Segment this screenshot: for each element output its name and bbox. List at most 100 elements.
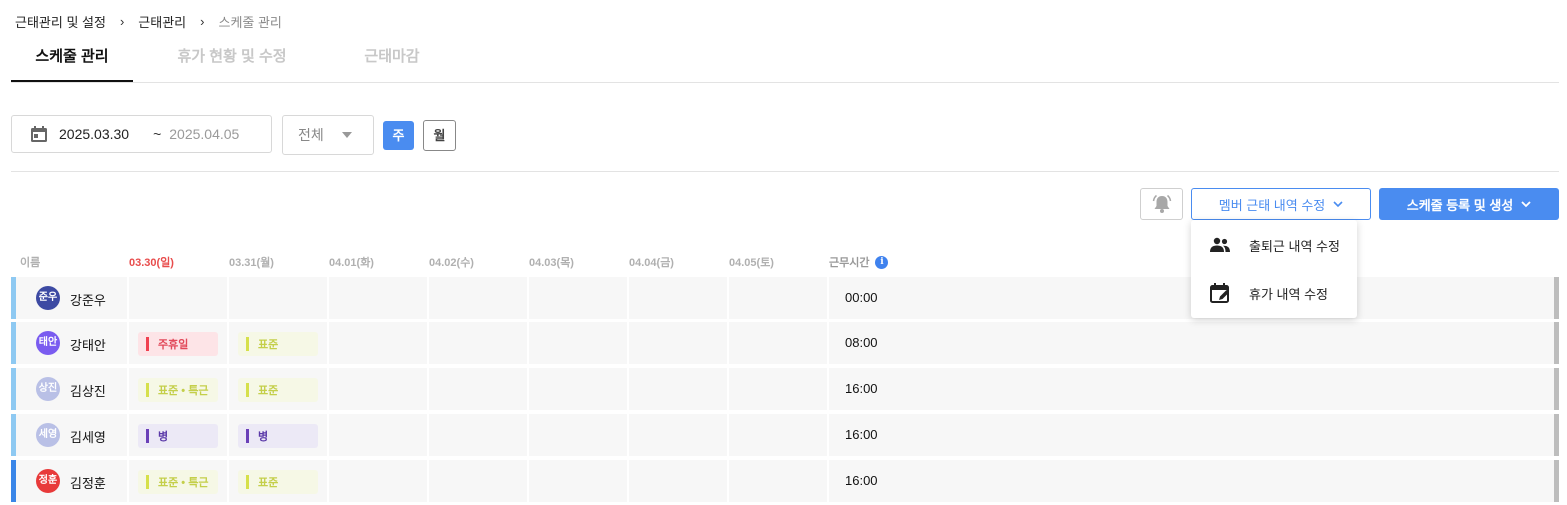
menu-item-clock-inout-edit[interactable]: 출퇴근 내역 수정 bbox=[1191, 222, 1357, 268]
chip-label: 병 bbox=[158, 431, 169, 443]
schedule-register-label: 스케줄 등록 및 생성 bbox=[1406, 197, 1514, 213]
date-from[interactable]: 2025.03.30 bbox=[59, 126, 129, 142]
breadcrumb-item[interactable]: 근태관리 및 설정 bbox=[15, 12, 106, 31]
member-name[interactable]: 김정훈 bbox=[70, 473, 106, 492]
table-row[interactable]: 세영 김세영 병 병 16:00 bbox=[11, 414, 1559, 456]
table-row[interactable]: 상진 김상진 표준 • 특근 표준 16:00 bbox=[11, 368, 1559, 410]
tab-bar: 스케줄 관리 휴가 현황 및 수정 근태마감 bbox=[11, 40, 491, 82]
header-day: 04.02(수) bbox=[429, 257, 474, 269]
scrollbar[interactable] bbox=[1554, 368, 1559, 410]
row-indicator bbox=[11, 414, 16, 456]
header-day: 04.05(토) bbox=[729, 257, 774, 269]
schedule-chip-standard-overtime[interactable]: 표준 • 특근 bbox=[138, 470, 218, 494]
chip-label: 주휴일 bbox=[158, 339, 189, 351]
chip-marker bbox=[246, 475, 249, 489]
menu-item-leave-edit[interactable]: 휴가 내역 수정 bbox=[1191, 270, 1357, 316]
cell-divider bbox=[627, 414, 629, 456]
cell-divider bbox=[327, 368, 329, 410]
info-icon[interactable]: i bbox=[875, 255, 889, 269]
cell-divider bbox=[227, 368, 229, 410]
scrollbar[interactable] bbox=[1554, 414, 1559, 456]
header-day: 04.03(목) bbox=[529, 257, 574, 269]
chip-label: 표준 bbox=[258, 385, 279, 397]
row-indicator bbox=[11, 277, 16, 319]
cell-divider bbox=[427, 414, 429, 456]
chip-marker bbox=[146, 337, 149, 351]
table-row[interactable]: 정훈 김정훈 표준 • 특근 표준 16:00 bbox=[11, 460, 1559, 502]
member-attendance-edit-button[interactable]: 멤버 근태 내역 수정 bbox=[1191, 188, 1371, 220]
schedule-chip-standard-overtime[interactable]: 표준 • 특근 bbox=[138, 378, 218, 402]
date-to[interactable]: 2025.04.05 bbox=[169, 126, 239, 142]
cell-divider bbox=[527, 414, 529, 456]
schedule-chip-standard[interactable]: 표준 bbox=[238, 470, 318, 494]
schedule-chip-holiday[interactable]: 주휴일 bbox=[138, 332, 218, 356]
member-name[interactable]: 김세영 bbox=[70, 427, 106, 446]
chevron-down-icon bbox=[1521, 200, 1531, 207]
date-range-picker[interactable]: 2025.03.30 ~ 2025.04.05 bbox=[11, 115, 272, 153]
chevron-right-icon: › bbox=[200, 14, 205, 29]
filter-divider bbox=[11, 171, 1559, 172]
cell-divider bbox=[627, 460, 629, 502]
tab-leave-status[interactable]: 휴가 현황 및 수정 bbox=[171, 40, 293, 82]
scrollbar[interactable] bbox=[1554, 322, 1559, 364]
chip-marker bbox=[246, 383, 249, 397]
cell-divider bbox=[427, 277, 429, 319]
chevron-right-icon: › bbox=[119, 14, 125, 29]
group-select[interactable]: 전체 bbox=[282, 115, 374, 155]
caret-down-icon bbox=[341, 132, 352, 138]
member-name[interactable]: 강태안 bbox=[70, 335, 106, 354]
cell-divider bbox=[827, 277, 829, 319]
cell-divider bbox=[727, 460, 729, 502]
chip-marker bbox=[246, 429, 249, 443]
schedule-chip-standard[interactable]: 표준 bbox=[238, 332, 318, 356]
cell-divider bbox=[727, 368, 729, 410]
schedule-chip-sick[interactable]: 병 bbox=[138, 424, 218, 448]
cell-divider bbox=[727, 322, 729, 364]
notification-button[interactable] bbox=[1140, 188, 1183, 220]
schedule-chip-standard[interactable]: 표준 bbox=[238, 378, 318, 402]
cell-divider bbox=[527, 460, 529, 502]
tab-schedule[interactable]: 스케줄 관리 bbox=[11, 40, 133, 82]
avatar: 태안 bbox=[36, 331, 60, 355]
breadcrumb-current: 스케줄 관리 bbox=[218, 15, 282, 30]
cell-divider bbox=[427, 322, 429, 364]
cell-divider bbox=[527, 277, 529, 319]
cell-divider bbox=[327, 322, 329, 364]
schedule-chip-sick[interactable]: 병 bbox=[238, 424, 318, 448]
week-view-button[interactable]: 주 bbox=[383, 121, 414, 150]
scrollbar[interactable] bbox=[1554, 460, 1559, 502]
breadcrumb-item[interactable]: 근태관리 bbox=[138, 12, 186, 31]
row-indicator bbox=[11, 322, 16, 364]
avatar: 정훈 bbox=[36, 469, 60, 493]
schedule-register-button[interactable]: 스케줄 등록 및 생성 bbox=[1379, 188, 1559, 220]
header-day: 03.31(월) bbox=[229, 257, 274, 269]
work-hours: 08:00 bbox=[845, 335, 878, 350]
avatar: 세영 bbox=[36, 423, 60, 447]
menu-item-label: 출퇴근 내역 수정 bbox=[1249, 238, 1340, 254]
calendar-edit-icon bbox=[1210, 283, 1229, 303]
chip-marker bbox=[146, 429, 149, 443]
cell-divider bbox=[827, 322, 829, 364]
table-row[interactable]: 태안 강태안 주휴일 표준 08:00 bbox=[11, 322, 1559, 364]
row-indicator bbox=[11, 460, 16, 502]
group-select-value: 전체 bbox=[298, 127, 324, 143]
cell-divider bbox=[527, 368, 529, 410]
cell-divider bbox=[227, 277, 229, 319]
cell-divider bbox=[627, 322, 629, 364]
tab-attendance-close[interactable]: 근태마감 bbox=[331, 40, 453, 82]
cell-divider bbox=[727, 414, 729, 456]
month-view-button[interactable]: 월 bbox=[423, 120, 456, 151]
menu-item-label: 휴가 내역 수정 bbox=[1249, 286, 1328, 302]
cell-divider bbox=[227, 460, 229, 502]
cell-divider bbox=[627, 368, 629, 410]
header-day: 03.30(일) bbox=[129, 257, 174, 269]
scrollbar[interactable] bbox=[1554, 277, 1559, 319]
chip-label: 표준 • 특근 bbox=[158, 385, 209, 397]
tab-divider bbox=[11, 82, 1559, 83]
member-name[interactable]: 강준우 bbox=[70, 290, 106, 309]
work-hours: 16:00 bbox=[845, 473, 878, 488]
row-indicator bbox=[11, 368, 16, 410]
cell-divider bbox=[327, 460, 329, 502]
member-name[interactable]: 김상진 bbox=[70, 381, 106, 400]
cell-divider bbox=[427, 368, 429, 410]
